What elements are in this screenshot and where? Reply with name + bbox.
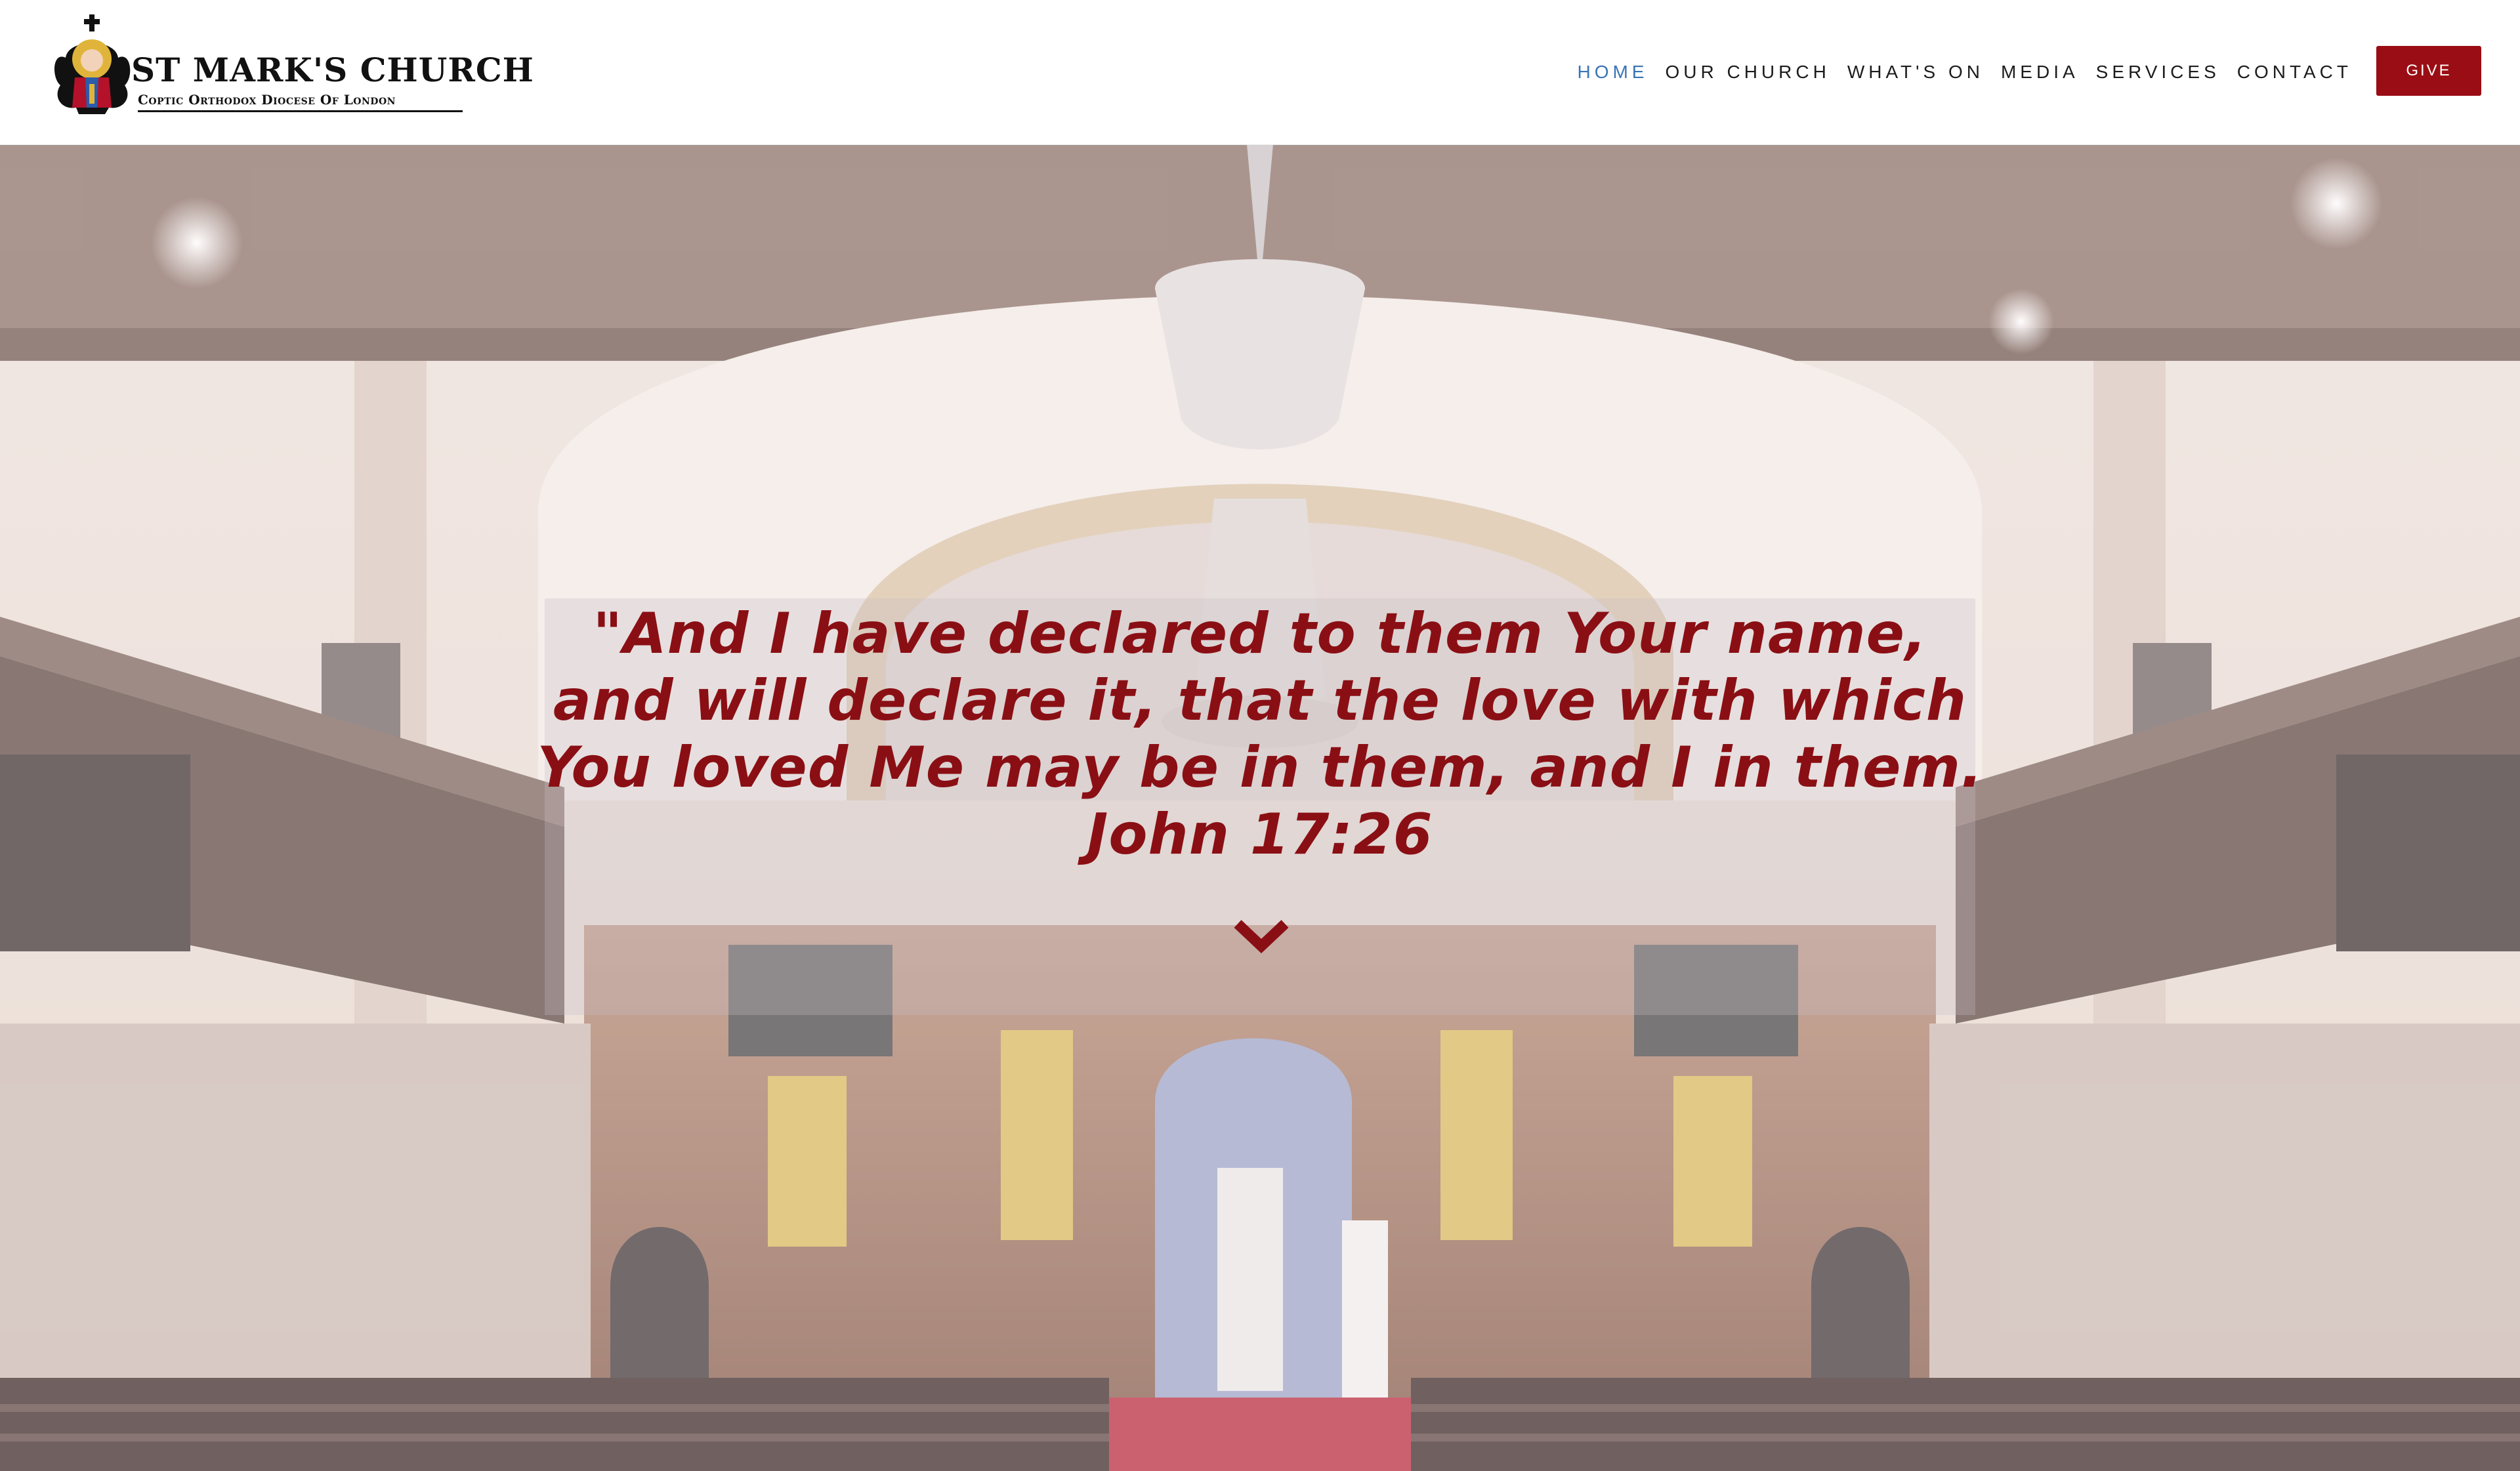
site-header: ST MARK'S CHURCH Coptic Orthodox Diocese… [0,0,2520,145]
nav-whats-on[interactable]: WHAT'S ON [1847,60,1984,84]
logo-underline [138,110,463,112]
nav-services[interactable]: SERVICES [2096,60,2220,84]
scroll-down-button[interactable] [1234,919,1289,958]
quote-line: and will declare it, that the love with … [553,668,1967,734]
quote-reference: John 17:26 [1087,802,1433,867]
chevron-down-icon [1234,920,1289,954]
quote-line: You loved Me may be in them, and I in th… [537,735,1983,800]
logo-subtitle: Coptic Orthodox Diocese Of London [138,92,396,108]
lion-saint-emblem-icon [54,14,131,114]
logo-title: ST MARK'S CHURCH [131,51,534,89]
quote-line: "And I have declared to them Your name, [593,601,1927,667]
nav-our-church[interactable]: OUR CHURCH [1665,60,1830,84]
site-logo[interactable]: ST MARK'S CHURCH Coptic Orthodox Diocese… [46,12,534,117]
hero-quote: "And I have declared to them Your name, … [0,600,2520,868]
give-button[interactable]: GIVE [2376,46,2481,96]
nav-contact[interactable]: CONTACT [2237,60,2352,84]
main-nav: HOME OUR CHURCH WHAT'S ON MEDIA SERVICES… [1560,60,2352,84]
nav-home[interactable]: HOME [1577,60,1648,84]
nav-media[interactable]: MEDIA [2001,60,2079,84]
